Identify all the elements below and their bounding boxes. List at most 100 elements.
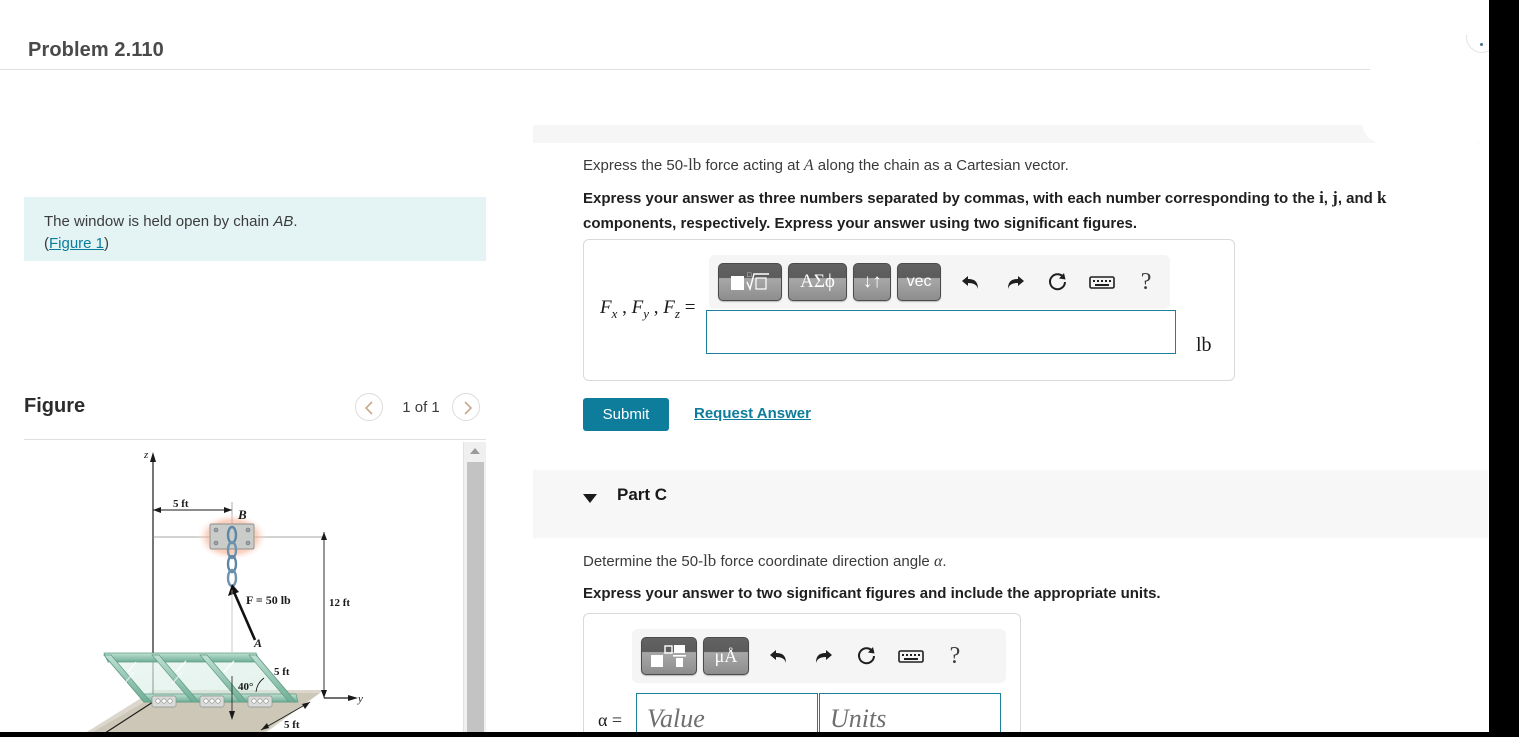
left-panel: The window is held open by chain AB. (Fi… — [0, 70, 499, 732]
pc-pre: Determine the 50- — [583, 553, 704, 570]
part-c-header-band[interactable]: Part C — [533, 470, 1488, 538]
pc-mid: force coordinate direction angle — [716, 553, 934, 570]
help-button[interactable]: ? — [1126, 263, 1166, 301]
figure-counter: 1 of 1 — [402, 399, 440, 416]
reset-icon — [858, 647, 875, 665]
pb2-pre: Express your answer as three numbers sep… — [583, 190, 1320, 207]
label-A: A — [253, 636, 262, 650]
page-root: Problem 2.110 The window is held open by… — [0, 0, 1489, 732]
dim-5ft-right: 5 ft — [274, 666, 290, 678]
chain-label: AB — [273, 213, 294, 230]
greek-symbols-key[interactable]: ΑΣϕ — [787, 263, 848, 301]
part-c-title: Part C — [617, 485, 668, 504]
redo-icon — [816, 650, 832, 663]
triangle-up-icon — [470, 448, 480, 454]
scrollbar-thumb[interactable] — [467, 462, 484, 732]
keyboard-button[interactable] — [891, 637, 931, 675]
template-sqrt-icon: □ — [730, 271, 769, 292]
pb-unit: lb — [688, 155, 702, 174]
undo-icon — [961, 276, 978, 289]
units-key[interactable]: μÅ — [703, 637, 749, 675]
figure-header: Figure 1 of 1 — [24, 393, 486, 439]
part-c-equation-label: α = — [598, 710, 623, 730]
dim-40deg: 40° — [238, 681, 253, 693]
vector-key[interactable]: vec — [897, 263, 941, 301]
vector-key-label: vec — [906, 273, 932, 290]
request-answer-link[interactable]: Request Answer — [694, 405, 811, 422]
pb-mid: force acting at — [701, 157, 804, 174]
part-b-equation-label: Fx , Fy , Fz = — [600, 297, 696, 321]
svg-text:y: y — [357, 693, 363, 705]
problem-statement-box: The window is held open by chain AB. (Fi… — [24, 197, 486, 261]
figure-panel: z y x 5 ft — [24, 440, 486, 732]
updown-arrows-key[interactable]: ↓↑ — [853, 263, 892, 301]
undo-button[interactable] — [759, 637, 799, 675]
pc-post: . — [942, 553, 947, 570]
template-blocks-icon — [651, 645, 686, 667]
statement-text-before: The window is held open by chain — [44, 213, 274, 230]
caret-down-icon[interactable] — [583, 494, 597, 503]
redaction-overlay — [1330, 0, 1489, 146]
part-c-answer-box: μÅ ? α = Value Units — [583, 613, 1021, 732]
svg-text:□: □ — [747, 271, 752, 279]
dim-5ft-base: 5 ft — [284, 719, 300, 731]
window-chain-diagram: z y x 5 ft — [86, 449, 363, 732]
figure-prev-button[interactable] — [355, 393, 383, 421]
paren-close: ) — [104, 235, 110, 252]
unit-vector-k: k — [1376, 188, 1387, 207]
redaction-blob-bottom — [1362, 122, 1489, 144]
keyboard-icon — [1089, 276, 1116, 289]
units-key-label: μÅ — [714, 645, 738, 666]
undo-icon — [770, 650, 786, 663]
part-c-value-input[interactable] — [636, 693, 818, 732]
dim-5ft-top: 5 ft — [173, 498, 189, 510]
pb-pre: Express the 50- — [583, 157, 689, 174]
problem-statement-text: The window is held open by chain AB. (Fi… — [44, 211, 466, 255]
figure-scrollbar[interactable] — [463, 442, 486, 732]
keyboard-icon — [898, 650, 924, 663]
template-blocks-key[interactable] — [641, 637, 697, 675]
redo-button[interactable] — [803, 637, 843, 675]
reset-button[interactable] — [847, 637, 887, 675]
scroll-up-button[interactable] — [464, 442, 486, 460]
help-button[interactable]: ? — [935, 637, 975, 675]
dim-12ft: 12 ft — [329, 597, 350, 609]
pb-point: A — [803, 157, 814, 174]
submit-button[interactable]: Submit — [583, 398, 669, 431]
statement-text-after: . — [293, 213, 298, 230]
part-b-answer-box: □ ΑΣϕ ↓↑ vec ? Fx , Fy , Fz = — [583, 239, 1235, 381]
page-header: Problem 2.110 — [0, 13, 1489, 69]
svg-text:z: z — [143, 449, 149, 461]
redaction-dot — [1480, 43, 1483, 46]
right-panel: Express the 50-lb force acting at A alon… — [499, 70, 1489, 732]
part-c-units-input[interactable] — [819, 693, 1001, 732]
template-sqrt-key[interactable]: □ — [718, 263, 782, 301]
pc-unit: lb — [703, 551, 717, 570]
part-b-answer-input[interactable] — [706, 310, 1176, 354]
figure-next-button[interactable] — [452, 393, 480, 421]
chevron-left-icon — [364, 401, 373, 415]
undo-button[interactable] — [951, 263, 991, 301]
part-c-question-text: Determine the 50-lb force coordinate dir… — [583, 550, 1383, 573]
keyboard-button[interactable] — [1082, 263, 1122, 301]
part-c-math-toolbar: μÅ ? — [632, 629, 1006, 683]
part-b-unit-label: lb — [1196, 334, 1212, 356]
page-title: Problem 2.110 — [28, 39, 164, 61]
label-force: F = 50 lb — [246, 593, 291, 607]
pb2-c2: , and — [1337, 190, 1377, 207]
part-b-question-text: Express the 50-lb force acting at A alon… — [583, 154, 1463, 177]
pb2-post: components, respectively. Express your a… — [583, 215, 1138, 232]
figure-1-link[interactable]: Figure 1 — [49, 235, 104, 252]
part-b-math-toolbar: □ ΑΣϕ ↓↑ vec ? — [709, 255, 1170, 309]
part-b-instruction-text: Express your answer as three numbers sep… — [583, 185, 1473, 236]
pb-post: along the chain as a Cartesian vector. — [813, 157, 1069, 174]
part-c-instruction-text: Express your answer to two significant f… — [583, 585, 1161, 602]
figure-heading: Figure — [24, 395, 86, 417]
redo-button[interactable] — [995, 263, 1035, 301]
redo-icon — [1007, 276, 1024, 289]
pb2-c1: , — [1323, 190, 1333, 207]
chevron-right-icon — [464, 401, 473, 415]
reset-icon — [1049, 273, 1067, 291]
figure-image: z y x 5 ft — [24, 440, 464, 732]
reset-button[interactable] — [1039, 263, 1079, 301]
